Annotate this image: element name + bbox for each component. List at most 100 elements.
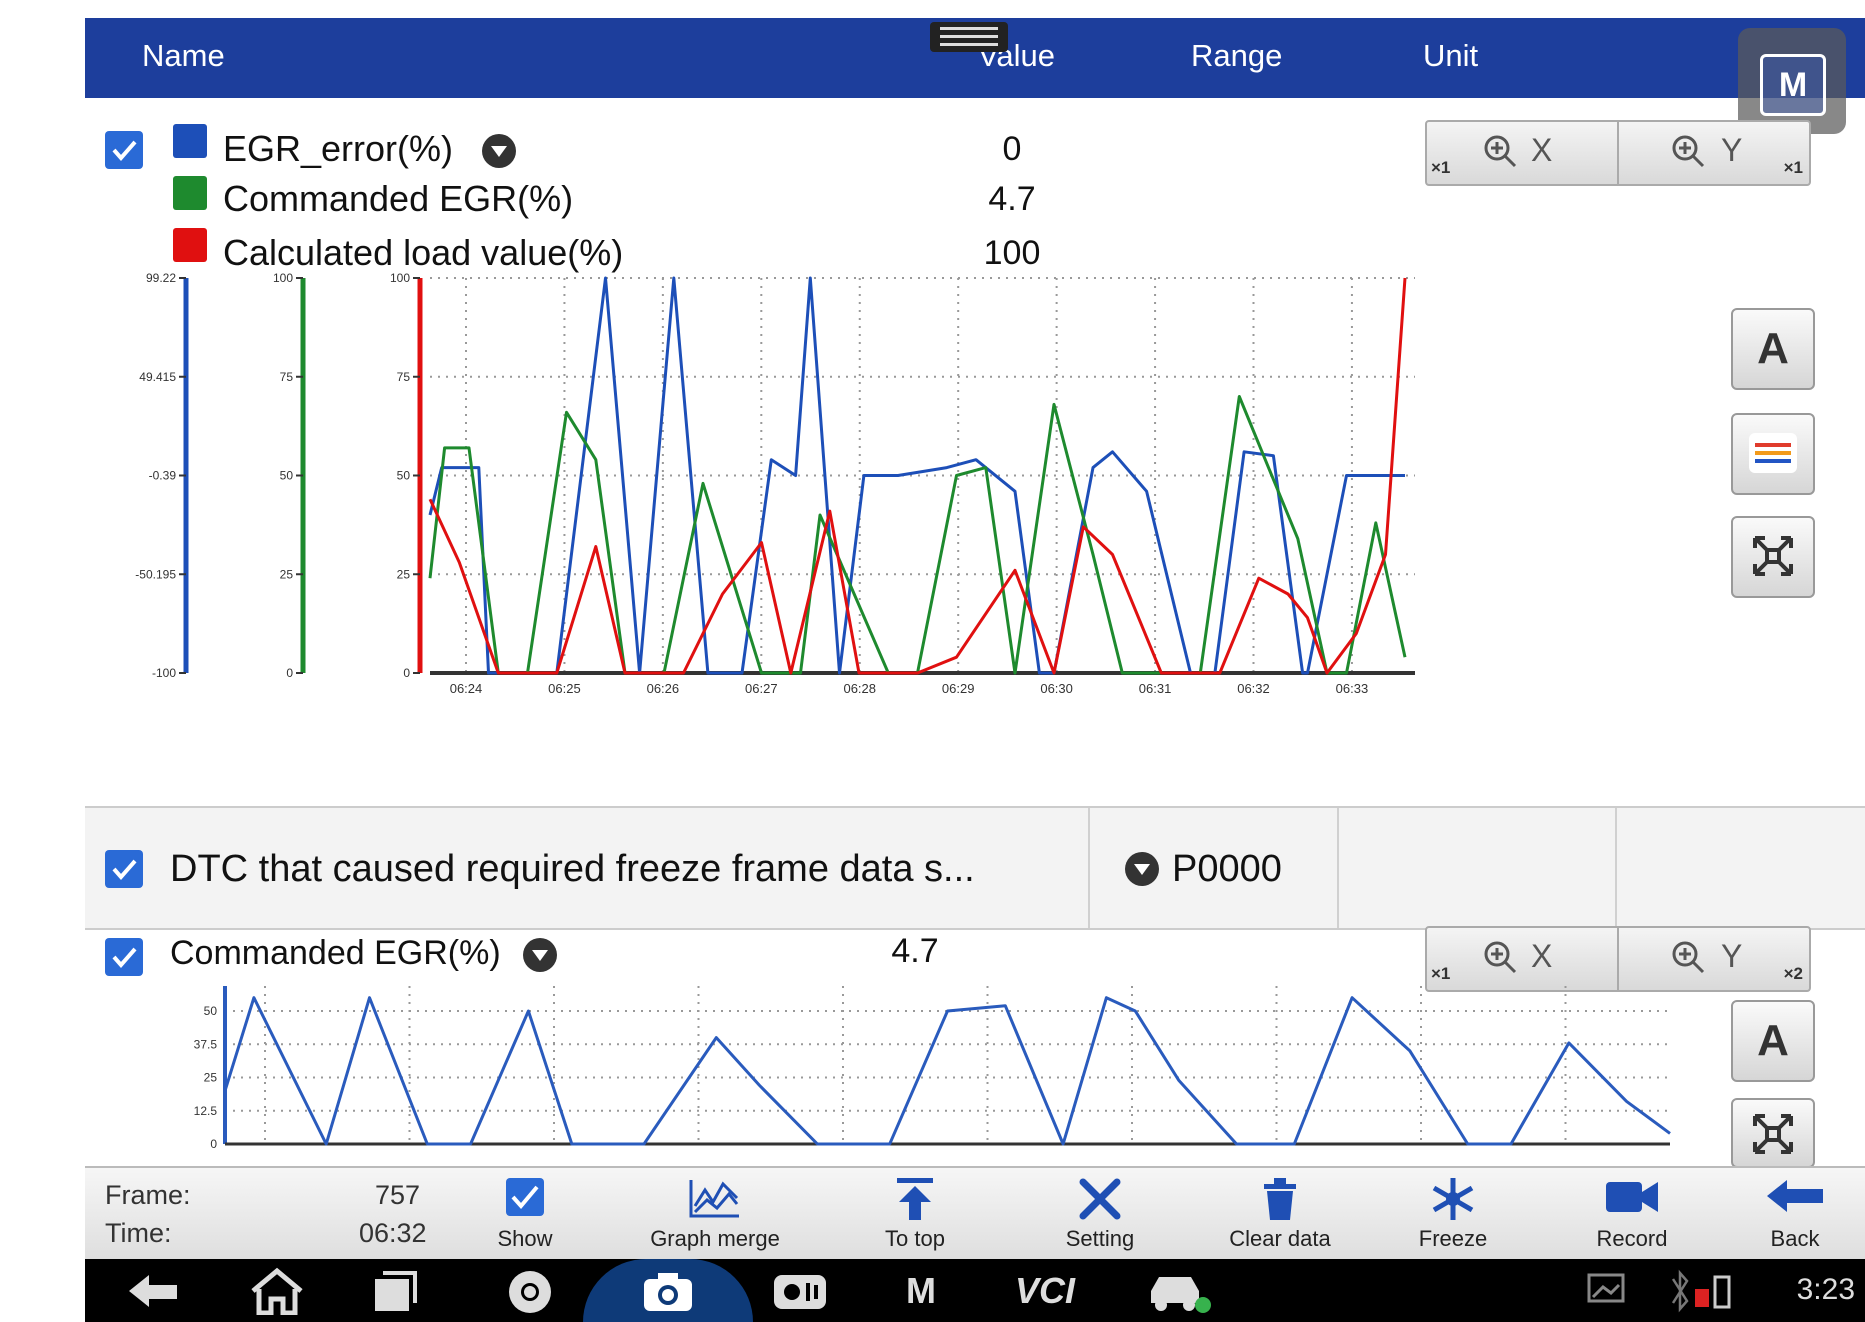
series-line	[223, 996, 1671, 1146]
y-tick-label: -100	[152, 666, 176, 680]
zoom-y-label: Y	[1721, 132, 1743, 168]
tool-label: Show	[497, 1226, 553, 1251]
y-tick-label: 0	[210, 1137, 217, 1151]
display-settings-icon[interactable]	[770, 1267, 830, 1315]
zoom-control-group: ×1 X Y ×2	[1425, 926, 1811, 992]
frame-label: Frame:	[105, 1180, 191, 1210]
record-button[interactable]: Record	[1577, 1174, 1687, 1258]
show-button[interactable]: Show	[475, 1174, 575, 1258]
zoom-x-button[interactable]: ×1 X	[1427, 122, 1617, 184]
vci-status-icon[interactable]: VCI	[1015, 1267, 1095, 1315]
drag-handle[interactable]	[930, 22, 1008, 52]
arrow-to-top-icon	[897, 1178, 933, 1220]
x-tick-label: 06:32	[1237, 681, 1270, 696]
y-tick-label: 99.22	[146, 273, 176, 285]
tool-label: Back	[1770, 1226, 1820, 1251]
zoom-y-multiplier: ×2	[1783, 964, 1803, 983]
y-tick-label: 100	[273, 273, 293, 285]
zoom-in-icon	[1484, 941, 1517, 974]
param-value: 4.7	[891, 932, 939, 970]
m-app-icon[interactable]: M	[897, 1267, 945, 1315]
floating-menu-button[interactable]: M	[1738, 28, 1846, 134]
back-button[interactable]: Back	[1745, 1174, 1845, 1258]
column-divider	[1615, 808, 1617, 928]
param-checkbox[interactable]	[105, 131, 143, 169]
wrench-screwdriver-icon	[1079, 1178, 1121, 1220]
graph-merge-button[interactable]: Graph merge	[620, 1174, 810, 1258]
frame-value: 757	[375, 1180, 421, 1210]
series-line	[428, 395, 1407, 675]
graph-style-button[interactable]	[1731, 413, 1815, 495]
zoom-y-button[interactable]: Y ×2	[1617, 928, 1809, 990]
tool-label: Graph merge	[650, 1226, 780, 1251]
browser-icon[interactable]	[505, 1267, 555, 1315]
recent-apps-icon[interactable]	[371, 1267, 421, 1315]
back-icon[interactable]	[125, 1267, 185, 1315]
zoom-x-label: X	[1531, 132, 1553, 168]
freeze-button[interactable]: Freeze	[1403, 1174, 1503, 1258]
dropdown-arrow-icon[interactable]	[523, 938, 557, 972]
zoom-x-multiplier: ×1	[1431, 964, 1451, 983]
car-icon[interactable]	[1145, 1267, 1215, 1315]
snowflake-icon	[1432, 1178, 1474, 1220]
clear-data-button[interactable]: Clear data	[1215, 1174, 1345, 1258]
y-tick-label: 50	[397, 469, 411, 483]
x-tick-label: 06:25	[548, 681, 581, 696]
y-tick-label: 25	[204, 1071, 218, 1085]
dtc-row[interactable]: DTC that caused required freeze frame da…	[85, 806, 1865, 930]
to-top-button[interactable]: To top	[865, 1174, 965, 1258]
setting-button[interactable]: Setting	[1045, 1174, 1155, 1258]
y-tick-label: -0.39	[149, 469, 177, 483]
legend-color-calculated-load	[173, 228, 207, 262]
fullscreen-button[interactable]	[1731, 1098, 1815, 1168]
x-tick-label: 06:33	[1336, 681, 1369, 696]
y-tick-label: 75	[397, 370, 411, 384]
single-line-chart: 50 37.5 25 12.5 0	[194, 986, 1671, 1151]
home-icon[interactable]	[247, 1267, 307, 1315]
param-checkbox[interactable]	[105, 938, 143, 976]
column-range-header: Range	[1191, 38, 1283, 73]
dtc-checkbox[interactable]	[105, 850, 143, 888]
trash-icon	[1264, 1178, 1296, 1220]
param-name: Calculated load value(%)	[223, 232, 624, 273]
fullscreen-button[interactable]	[1731, 516, 1815, 598]
font-size-button[interactable]: A	[1731, 308, 1815, 390]
y-tick-label: 0	[403, 666, 410, 680]
dropdown-arrow-icon[interactable]	[482, 134, 516, 168]
zoom-in-icon	[1672, 135, 1705, 168]
font-a-icon: A	[1757, 324, 1789, 373]
column-divider	[1088, 808, 1090, 928]
x-tick-label: 06:24	[450, 681, 483, 696]
column-name-header: Name	[142, 38, 225, 73]
multi-line-chart: 06:24 06:25 06:26 06:27 06:28 06:29 06:30 06:31…	[135, 273, 1415, 696]
check-icon	[112, 140, 137, 162]
y-tick-label: 100	[390, 273, 410, 285]
zoom-control-group: ×1 X Y ×1	[1425, 120, 1811, 186]
param-value: 4.7	[988, 180, 1036, 218]
x-tick-label: 06:30	[1040, 681, 1073, 696]
expand-icon	[1753, 1114, 1793, 1154]
y-tick-label: 75	[280, 370, 294, 384]
color-lines-icon	[1749, 433, 1797, 473]
y-tick-label: 12.5	[194, 1104, 218, 1118]
y-tick-label: 25	[280, 567, 294, 581]
bottom-toolbar: Frame: Time: 757 06:32 Show Graph merge …	[85, 1166, 1865, 1261]
check-icon	[112, 859, 137, 881]
check-icon	[112, 947, 137, 969]
x-tick-label: 06:29	[942, 681, 975, 696]
param-name: EGR_error(%)	[223, 128, 454, 169]
tool-label: Clear data	[1229, 1226, 1331, 1251]
time-value: 06:32	[359, 1218, 427, 1248]
param-name: Commanded EGR(%)	[170, 934, 501, 972]
zoom-y-multiplier: ×1	[1783, 158, 1803, 177]
font-size-button[interactable]: A	[1731, 1000, 1815, 1082]
x-tick-label: 06:31	[1139, 681, 1172, 696]
column-unit-header: Unit	[1423, 38, 1479, 73]
zoom-x-button[interactable]: ×1 X	[1427, 928, 1617, 990]
checkbox-icon	[506, 1178, 544, 1216]
legend-color-commanded-egr	[173, 176, 207, 210]
dtc-value: P0000	[1172, 848, 1282, 890]
zoom-y-button[interactable]: Y ×1	[1617, 122, 1809, 184]
camera-icon[interactable]	[640, 1267, 696, 1315]
y-tick-label: 25	[397, 567, 411, 581]
